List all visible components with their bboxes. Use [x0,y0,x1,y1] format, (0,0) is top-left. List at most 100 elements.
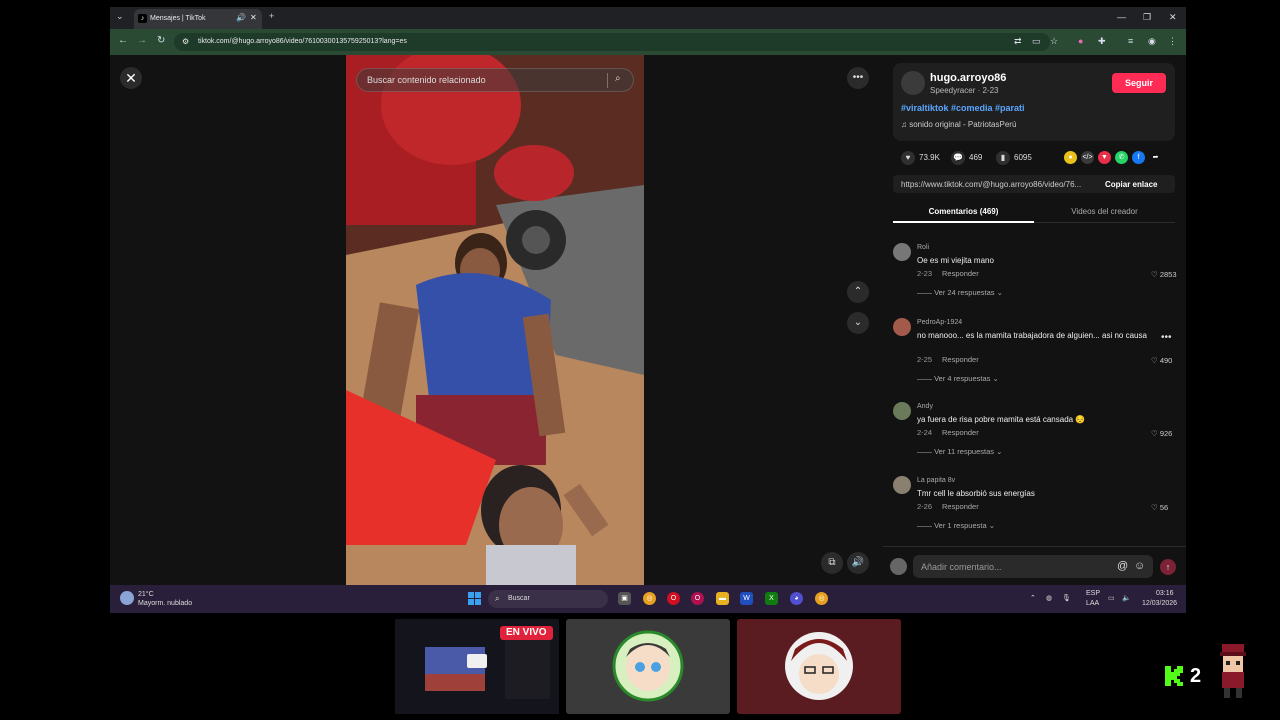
tray-mic-icon[interactable]: 🎙 [1062,594,1071,602]
share-embed-icon[interactable]: ● [1064,151,1077,164]
discord-app-icon[interactable]: ◕ [790,592,803,605]
reload-icon[interactable]: ↻ [157,35,165,46]
commenter-name[interactable]: PedroAp-1924 [917,319,962,326]
comment-meta: 2-23 Responder [917,269,979,278]
keyboard-lang-primary[interactable]: ESP [1086,590,1100,597]
opera-app-icon[interactable]: O [667,592,680,605]
clock-date[interactable]: 12/03/2026 [1142,600,1177,607]
comment-like[interactable]: ♡ 56 [1151,503,1168,512]
profile-icon[interactable]: ◉ [1148,36,1156,47]
view-replies[interactable]: —— Ver 1 respuesta ⌄ [917,521,995,530]
windows-start-icon[interactable] [468,592,482,606]
tab-search-chevron-icon[interactable]: ⌄ [116,11,124,22]
share-more-icon[interactable]: ➦ [1149,151,1162,164]
browser-tab[interactable]: ♪ Mensajes | TikTok 🔊 ✕ [134,9,262,29]
chrome-active-app-icon[interactable]: ◎ [815,592,828,605]
xbox-app-icon[interactable]: X [765,592,778,605]
author-avatar[interactable] [901,71,925,95]
comment-item: Roli Oe es mi viejita mano 2-23 Responder… [893,243,1183,313]
tab-audio-icon[interactable]: 🔊 [236,13,246,22]
view-replies[interactable]: —— Ver 24 respuestas ⌄ [917,288,1003,297]
keyboard-lang-secondary[interactable]: LAA [1086,600,1099,607]
commenter-avatar[interactable] [893,402,911,420]
volume-button[interactable]: 🔊 [847,552,869,574]
mention-icon[interactable]: @ [1117,560,1128,572]
clock-time[interactable]: 03:16 [1156,590,1174,597]
author-subtitle: Speedyracer · 2-23 [930,86,999,95]
word-app-icon[interactable]: W [740,592,753,605]
bookmark-star-icon[interactable]: ☆ [1050,36,1058,47]
view-replies[interactable]: —— Ver 4 respuestas ⌄ [917,374,999,383]
previous-video-button[interactable]: ⌃ [847,281,869,303]
share-link-url[interactable]: https://www.tiktok.com/@hugo.arroyo86/vi… [901,180,1095,189]
share-code-icon[interactable]: </> [1081,151,1094,164]
comment-input[interactable]: Añadir comentario... @ ☺ [913,555,1153,578]
extensions-puzzle-icon[interactable]: ✚ [1098,36,1106,47]
next-video-button[interactable]: ⌄ [847,312,869,334]
new-tab-icon[interactable]: + [269,11,274,21]
hashtags[interactable]: #viraltiktok #comedia #parati [901,103,1025,113]
tab-close-icon[interactable]: ✕ [250,13,257,22]
task-view-icon[interactable]: ▣ [618,592,631,605]
video-player[interactable] [346,55,644,585]
share-facebook-icon[interactable]: f [1132,151,1145,164]
forward-icon[interactable]: → [137,35,147,46]
network-icon[interactable]: ▭ [1108,594,1115,602]
tab-creator-videos[interactable]: Videos del creador [1034,207,1175,216]
chrome-app-icon[interactable]: ◎ [643,592,656,605]
commenter-name[interactable]: La papita 8v [917,477,955,484]
related-search-input[interactable]: Buscar contenido relacionado ⌕ [356,68,634,92]
send-comment-button[interactable]: ↑ [1160,559,1176,575]
emoji-icon[interactable]: ☺ [1134,560,1145,572]
cast-icon[interactable]: ▭ [1032,36,1041,47]
share-send-icon[interactable]: ▼ [1098,151,1111,164]
tray-chevron-icon[interactable]: ⌃ [1030,594,1036,602]
copy-link-button[interactable]: Copiar enlace [1105,180,1157,189]
like-stat[interactable]: ♥ 73.9K [901,151,940,165]
commenter-name[interactable]: Roli [917,244,929,251]
restore-icon[interactable]: ❐ [1143,12,1151,23]
tray-app-icon[interactable]: ◍ [1046,594,1052,602]
commenter-avatar[interactable] [893,476,911,494]
back-icon[interactable]: ← [118,35,128,46]
heart-outline-icon: ♡ [1151,429,1160,438]
reply-button[interactable]: Responder [942,428,979,437]
comment-like[interactable]: ♡ 490 [1151,356,1172,365]
address-bar[interactable]: ⚙ tiktok.com/@hugo.arroyo86/video/761003… [174,33,1050,51]
taskbar-search[interactable]: ⌕ Buscar [488,590,608,608]
commenter-name[interactable]: Andy [917,403,933,410]
music-info[interactable]: ♫ sonido original - PatriotasPerú [901,120,1016,129]
minimize-icon[interactable]: — [1117,12,1126,22]
window-close-icon[interactable]: ✕ [1169,12,1177,23]
volume-tray-icon[interactable]: 🔈 [1122,594,1131,602]
comment-like[interactable]: ♡ 926 [1151,429,1172,438]
search-icon[interactable]: ⌕ [615,73,621,84]
site-info-icon[interactable]: ⚙ [182,37,189,46]
commenter-avatar[interactable] [893,243,911,261]
file-explorer-icon[interactable]: ▬ [716,592,729,605]
comment-more-icon[interactable]: ••• [1161,332,1172,343]
follow-button[interactable]: Seguir [1112,73,1166,93]
reply-button[interactable]: Responder [942,269,979,278]
commenter-avatar[interactable] [893,318,911,336]
save-stat[interactable]: ▮ 6095 [996,151,1032,165]
comment-stat[interactable]: 💬 469 [951,151,982,165]
view-replies[interactable]: —— Ver 11 respuestas ⌄ [917,447,1002,456]
streamer-avatar-1 [612,630,684,702]
more-options-button[interactable]: ••• [847,67,869,89]
reply-button[interactable]: Responder [942,502,979,511]
view-replies-label: Ver 11 respuestas [934,447,994,456]
reply-button[interactable]: Responder [942,355,979,364]
share-whatsapp-icon[interactable]: ✆ [1115,151,1128,164]
translate-icon[interactable]: ⇄ [1014,36,1022,47]
author-name[interactable]: hugo.arroyo86 [930,72,1006,84]
tab-comments[interactable]: Comentarios (469) [893,207,1034,216]
media-controls-icon[interactable]: ≡ [1128,36,1133,46]
comment-like[interactable]: ♡ 2853 [1151,270,1177,279]
extension-icon[interactable]: ● [1078,36,1083,46]
chrome-menu-icon[interactable]: ⋮ [1168,36,1177,47]
opera-gx-app-icon[interactable]: O [691,592,704,605]
tiktok-page: ✕ Buscar contenido relacionado ⌕ ••• ⌃ ⌄… [110,55,1186,585]
close-video-button[interactable]: ✕ [120,67,142,89]
miniplayer-button[interactable]: ⧉ [821,552,843,574]
